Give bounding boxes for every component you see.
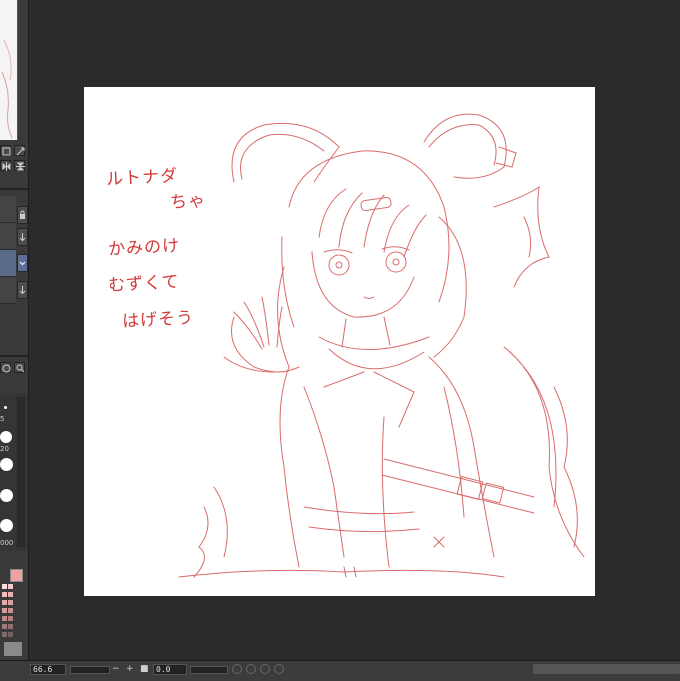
color-palette[interactable]	[0, 566, 28, 660]
zoom-fit-icon[interactable]	[0, 145, 11, 156]
lock-icon[interactable]	[17, 206, 28, 224]
rotate-right-icon[interactable]	[246, 664, 256, 674]
layer-row[interactable]	[0, 277, 16, 304]
fit-window-icon[interactable]	[14, 145, 25, 156]
search-icon[interactable]	[14, 362, 25, 373]
swatch[interactable]	[8, 632, 13, 637]
swatch[interactable]	[8, 624, 13, 629]
swatch[interactable]	[8, 616, 13, 621]
brush-size-dot[interactable]	[4, 406, 7, 409]
brush-size-dot[interactable]	[0, 431, 12, 443]
timer-icon[interactable]	[0, 362, 11, 373]
swatch[interactable]	[2, 592, 7, 597]
navigator-thumbnail[interactable]	[0, 0, 18, 140]
brush-size-dot[interactable]	[0, 519, 13, 532]
panel-divider	[0, 188, 28, 190]
swatch[interactable]	[2, 584, 7, 589]
zoom-slider[interactable]	[70, 666, 110, 674]
brush-size-dot[interactable]	[0, 489, 13, 502]
swatch[interactable]	[8, 608, 13, 613]
zoom-out-icon[interactable]: −	[112, 663, 120, 675]
swatch[interactable]	[2, 632, 7, 637]
horizontal-scrollbar[interactable]	[533, 664, 680, 674]
brush-size-panel: 5 20 000	[0, 393, 28, 551]
reset-rotation-icon[interactable]	[260, 664, 270, 674]
brush-size-label: 000	[0, 539, 14, 547]
flip-vertical-icon[interactable]	[14, 160, 25, 171]
brush-size-label: 20	[0, 445, 9, 453]
rotate-left-icon[interactable]	[232, 664, 242, 674]
color-block[interactable]	[4, 642, 22, 656]
character-sketch	[178, 113, 585, 578]
layer-dropdown-icon[interactable]	[17, 254, 28, 272]
layer-options-icon[interactable]	[17, 281, 28, 299]
selected-color-swatch[interactable]	[10, 569, 23, 582]
flip-horizontal-icon[interactable]	[0, 160, 11, 171]
rotation-slider[interactable]	[190, 666, 228, 674]
layer-row-selected[interactable]	[0, 250, 16, 277]
swatch[interactable]	[2, 624, 7, 629]
swatch[interactable]	[2, 608, 7, 613]
brush-size-scrollbar[interactable]	[17, 397, 25, 547]
layer-row[interactable]	[0, 223, 16, 250]
swatch[interactable]	[8, 584, 13, 589]
brush-size-dot[interactable]	[0, 458, 13, 471]
status-bar: 66.6 − + ■ 0.0	[0, 660, 680, 681]
swatch[interactable]	[8, 600, 13, 605]
zoom-in-icon[interactable]: +	[126, 663, 134, 675]
swatch[interactable]	[8, 592, 13, 597]
layer-options-icon[interactable]	[17, 228, 28, 246]
flip-icon[interactable]	[274, 664, 284, 674]
rotation-field[interactable]: 0.0	[153, 664, 187, 675]
brush-size-label: 5	[0, 415, 5, 423]
left-panel: 5 20 000	[0, 0, 29, 662]
panel-divider	[0, 355, 28, 357]
fit-icon[interactable]: ■	[140, 663, 149, 675]
swatch[interactable]	[2, 616, 7, 621]
layer-row[interactable]	[0, 196, 16, 223]
swatch[interactable]	[2, 600, 7, 605]
zoom-level-field[interactable]: 66.6	[30, 664, 66, 675]
drawing-canvas[interactable]: ルトナダ ちゃ かみのけ むずくて はげそう	[84, 87, 595, 596]
